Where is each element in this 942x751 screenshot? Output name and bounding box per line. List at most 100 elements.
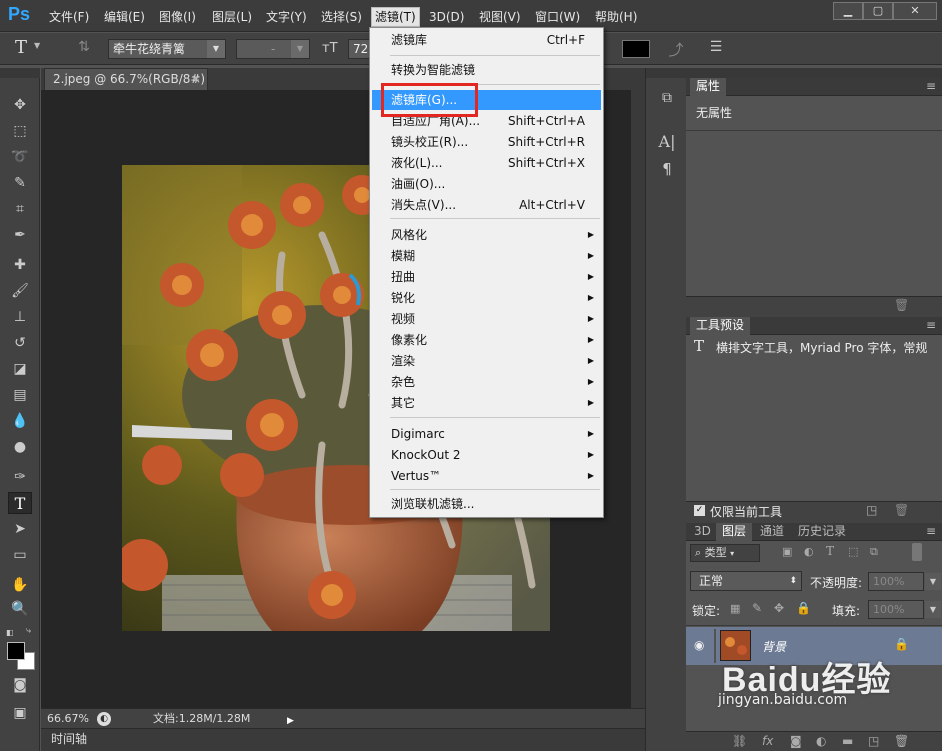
filter-menu-item[interactable]: KnockOut 2 ▶	[372, 445, 601, 465]
filter-menu-item[interactable]: 杂色 ▶	[372, 372, 601, 392]
filter-menu-item[interactable]: 风格化 ▶	[372, 225, 601, 245]
history-brush-icon[interactable]: ↺	[8, 332, 32, 354]
trash-icon[interactable]: 🗑	[894, 298, 909, 312]
vertical-scrollbar[interactable]	[631, 90, 645, 708]
menu-window[interactable]: 窗口(W)	[532, 8, 583, 26]
filter-shape-icon[interactable]: ⬚	[848, 545, 858, 558]
filter-menu-item[interactable]: 视频 ▶	[372, 309, 601, 329]
layer-mask-icon[interactable]: ◙	[790, 734, 802, 748]
quick-mask-icon[interactable]: ◙	[8, 674, 32, 696]
character-panel-icon[interactable]: A|	[656, 132, 678, 154]
filter-menu-item[interactable]: 转换为智能滤镜	[372, 60, 601, 80]
font-size-field[interactable]: 72	[348, 39, 370, 59]
zoom-tool-icon[interactable]: 🔍	[8, 598, 32, 620]
filter-menu-item[interactable]: 浏览联机滤镜...	[372, 494, 601, 514]
filter-menu-item[interactable]: Vertus™ ▶	[372, 466, 601, 486]
clone-stamp-icon[interactable]: ⊥	[8, 306, 32, 328]
panel-grip[interactable]	[686, 68, 942, 78]
blend-mode-select[interactable]: 正常 ⬍	[690, 571, 802, 591]
new-group-icon[interactable]: ▬	[842, 734, 853, 748]
new-layer-icon[interactable]: ◳	[868, 734, 879, 748]
blur-tool-icon[interactable]: 💧	[8, 410, 32, 432]
type-tool-icon[interactable]: T	[8, 492, 32, 514]
lock-all-icon[interactable]: 🔒	[796, 601, 811, 615]
tab-tool-presets[interactable]: 工具预设	[690, 317, 751, 335]
filter-menu-item[interactable]: 镜头校正(R)... Shift+Ctrl+R	[372, 132, 601, 152]
font-family-select[interactable]: 牵牛花绕青篱 ▼	[108, 39, 226, 59]
fill-field[interactable]: 100% ▼	[868, 600, 941, 619]
menu-edit[interactable]: 编辑(E)	[101, 8, 148, 26]
eye-icon[interactable]: ◉	[694, 638, 704, 652]
filter-menu-item[interactable]: 其它 ▶	[372, 393, 601, 413]
tab-channels[interactable]: 通道	[754, 523, 790, 541]
tab-history[interactable]: 历史记录	[792, 523, 852, 541]
character-panel-icon[interactable]: ☰	[706, 39, 726, 59]
layer-style-icon[interactable]: fx	[762, 734, 773, 748]
default-colors-icon[interactable]: ◧	[6, 628, 14, 637]
minimize-button[interactable]: ▁	[833, 2, 863, 20]
menu-3d[interactable]: 3D(D)	[426, 8, 467, 26]
brush-tool-icon[interactable]: 🖌	[8, 280, 32, 302]
type-tool-preset-icon[interactable]: T	[10, 37, 32, 59]
filter-menu-item[interactable]: 扭曲 ▶	[372, 267, 601, 287]
zoom-level[interactable]: 66.67%	[47, 709, 89, 728]
eraser-tool-icon[interactable]: ◪	[8, 358, 32, 380]
lock-image-icon[interactable]: ✎	[752, 601, 762, 615]
lock-position-icon[interactable]: ✥	[774, 601, 784, 615]
move-tool-icon[interactable]: ✥	[8, 94, 32, 116]
trash-icon[interactable]: 🗑	[894, 734, 909, 748]
layer-filter-select[interactable]: ⌕ 类型 ▾	[690, 544, 760, 562]
chevron-down-icon[interactable]: ▼	[925, 601, 941, 618]
current-tool-only-checkbox[interactable]: ✓	[694, 505, 705, 516]
filter-type-icon[interactable]: T	[826, 544, 834, 558]
filter-pixel-icon[interactable]: ▣	[782, 545, 792, 558]
menu-filter[interactable]: 滤镜(T)	[371, 7, 420, 27]
tab-3d[interactable]: 3D	[688, 523, 717, 541]
timeline-panel-bar[interactable]: 时间轴	[41, 728, 645, 751]
gradient-tool-icon[interactable]: ▤	[8, 384, 32, 406]
menu-help[interactable]: 帮助(H)	[592, 8, 640, 26]
quick-select-tool-icon[interactable]: ✎	[8, 172, 32, 194]
tab-layers[interactable]: 图层	[716, 523, 753, 541]
panel-menu-icon[interactable]: ≡	[926, 317, 936, 334]
text-color-swatch[interactable]	[622, 40, 650, 58]
foreground-color-swatch[interactable]	[7, 642, 25, 660]
lock-transparent-icon[interactable]: ▦	[730, 602, 740, 615]
paragraph-panel-icon[interactable]: ¶	[656, 160, 678, 182]
filter-smart-object-icon[interactable]: ⧉	[870, 545, 878, 559]
swap-colors-icon[interactable]: ⤷	[26, 626, 31, 636]
filter-menu-item[interactable]: 油画(O)...	[372, 174, 601, 194]
dock-grip[interactable]	[646, 68, 687, 78]
panel-menu-icon[interactable]: ≡	[926, 523, 936, 540]
tab-properties[interactable]: 属性	[690, 78, 727, 96]
chevron-down-icon[interactable]: ▼	[925, 573, 941, 590]
warp-text-icon[interactable]: ⤴	[666, 39, 686, 59]
crop-tool-icon[interactable]: ⌗	[8, 198, 32, 220]
lasso-tool-icon[interactable]: ➰	[8, 146, 32, 168]
menu-image[interactable]: 图像(I)	[156, 8, 199, 26]
filter-menu-item[interactable]: 消失点(V)... Alt+Ctrl+V	[372, 195, 601, 215]
dodge-tool-icon[interactable]: ●	[8, 436, 32, 458]
pen-tool-icon[interactable]: ✑	[8, 466, 32, 488]
filter-menu-item[interactable]: 液化(L)... Shift+Ctrl+X	[372, 153, 601, 173]
maximize-button[interactable]: ▢	[863, 2, 893, 20]
menu-view[interactable]: 视图(V)	[476, 8, 524, 26]
marquee-tool-icon[interactable]: ⬚	[8, 120, 32, 142]
eyedropper-tool-icon[interactable]: ✒	[8, 224, 32, 246]
screen-mode-icon[interactable]: ▣	[8, 702, 32, 724]
healing-brush-icon[interactable]: ✚	[8, 254, 32, 276]
filter-menu-item[interactable]: 滤镜库 Ctrl+F	[372, 30, 601, 50]
font-style-select[interactable]: - ▼	[236, 39, 310, 59]
link-layers-icon[interactable]: ⛓	[732, 734, 747, 748]
adjustment-layer-icon[interactable]: ◐	[816, 734, 826, 748]
filter-menu-item[interactable]: 渲染 ▶	[372, 351, 601, 371]
trash-icon[interactable]: 🗑	[894, 503, 909, 517]
menu-select[interactable]: 选择(S)	[318, 8, 365, 26]
filter-adjustment-icon[interactable]: ◐	[804, 545, 814, 558]
rectangle-tool-icon[interactable]: ▭	[8, 544, 32, 566]
opacity-field[interactable]: 100% ▼	[868, 572, 941, 591]
close-tab-icon[interactable]: ×	[191, 69, 201, 89]
document-tab[interactable]: 2.jpeg @ 66.7%(RGB/8#) ×	[44, 68, 208, 90]
close-button[interactable]: ✕	[893, 2, 937, 20]
path-selection-icon[interactable]: ➤	[8, 518, 32, 540]
